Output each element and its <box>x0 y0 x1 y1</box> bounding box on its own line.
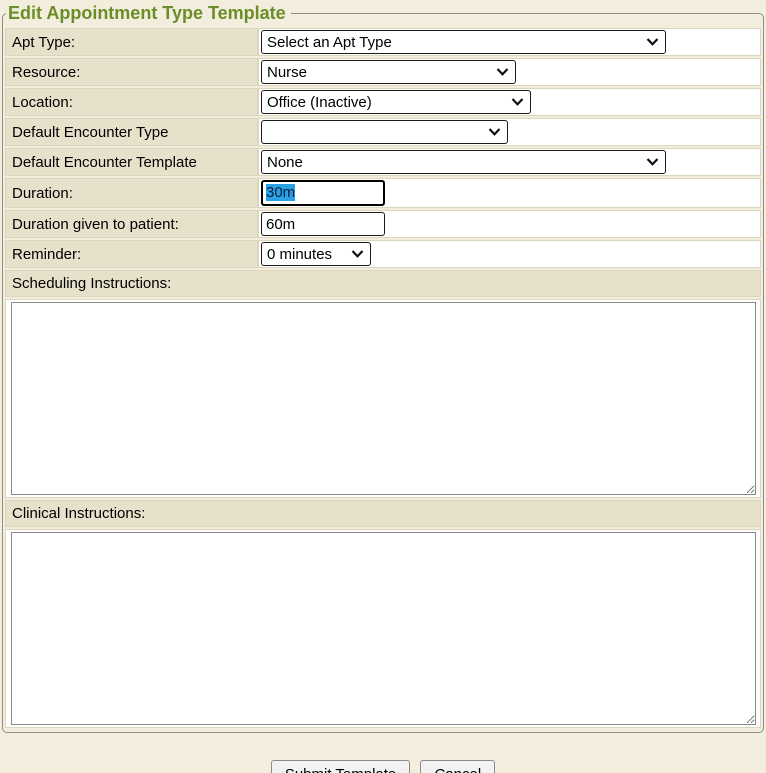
row-clinical-instructions-input <box>5 529 761 728</box>
location-select[interactable]: Office (Inactive) <box>261 90 531 114</box>
row-resource: Resource: Nurse <box>5 58 761 86</box>
clinical-instructions-cell <box>5 529 761 728</box>
row-default-encounter-template: Default Encounter Template None <box>5 148 761 176</box>
row-duration-patient: Duration given to patient: <box>5 210 761 238</box>
location-label: Location: <box>5 88 258 116</box>
row-scheduling-instructions-input <box>5 299 761 498</box>
submit-template-button[interactable]: Submit Template <box>271 760 410 773</box>
apt-type-cell: Select an Apt Type <box>258 28 761 56</box>
row-duration: Duration: 30m <box>5 178 761 208</box>
resource-label: Resource: <box>5 58 258 86</box>
scheduling-instructions-textarea[interactable] <box>11 302 756 495</box>
default-encounter-type-select[interactable] <box>261 120 508 144</box>
clinical-instructions-label: Clinical Instructions: <box>5 500 761 527</box>
scheduling-instructions-cell <box>5 299 761 498</box>
location-cell: Office (Inactive) <box>258 88 761 116</box>
row-location: Location: Office (Inactive) <box>5 88 761 116</box>
default-encounter-template-label: Default Encounter Template <box>5 148 258 176</box>
default-encounter-type-label: Default Encounter Type <box>5 118 258 146</box>
reminder-label: Reminder: <box>5 240 258 268</box>
default-encounter-template-select[interactable]: None <box>261 150 666 174</box>
apt-type-select[interactable]: Select an Apt Type <box>261 30 666 54</box>
row-clinical-instructions-label: Clinical Instructions: <box>5 500 761 527</box>
scheduling-instructions-label: Scheduling Instructions: <box>5 270 761 297</box>
edit-appointment-template-fieldset: Edit Appointment Type Template Apt Type:… <box>2 3 764 733</box>
page-title: Edit Appointment Type Template <box>6 3 291 23</box>
resource-cell: Nurse <box>258 58 761 86</box>
reminder-select[interactable]: 0 minutes <box>261 242 371 266</box>
clinical-instructions-textarea[interactable] <box>11 532 756 725</box>
duration-patient-label: Duration given to patient: <box>5 210 258 238</box>
row-default-encounter-type: Default Encounter Type <box>5 118 761 146</box>
resource-select[interactable]: Nurse <box>261 60 516 84</box>
row-scheduling-instructions-label: Scheduling Instructions: <box>5 270 761 297</box>
row-reminder: Reminder: 0 minutes <box>5 240 761 268</box>
default-encounter-type-cell <box>258 118 761 146</box>
duration-selected-text: 30m <box>266 184 295 201</box>
form-table: Apt Type: Select an Apt Type Resource: N… <box>5 26 761 730</box>
duration-cell: 30m <box>258 178 761 208</box>
reminder-cell: 0 minutes <box>258 240 761 268</box>
duration-patient-cell <box>258 210 761 238</box>
cancel-button[interactable]: Cancel <box>420 760 495 773</box>
button-row: Submit Template Cancel <box>0 760 766 773</box>
apt-type-label: Apt Type: <box>5 28 258 56</box>
duration-patient-input[interactable] <box>261 212 385 236</box>
duration-label: Duration: <box>5 178 258 208</box>
row-apt-type: Apt Type: Select an Apt Type <box>5 28 761 56</box>
default-encounter-template-cell: None <box>258 148 761 176</box>
duration-input[interactable]: 30m <box>261 180 385 206</box>
